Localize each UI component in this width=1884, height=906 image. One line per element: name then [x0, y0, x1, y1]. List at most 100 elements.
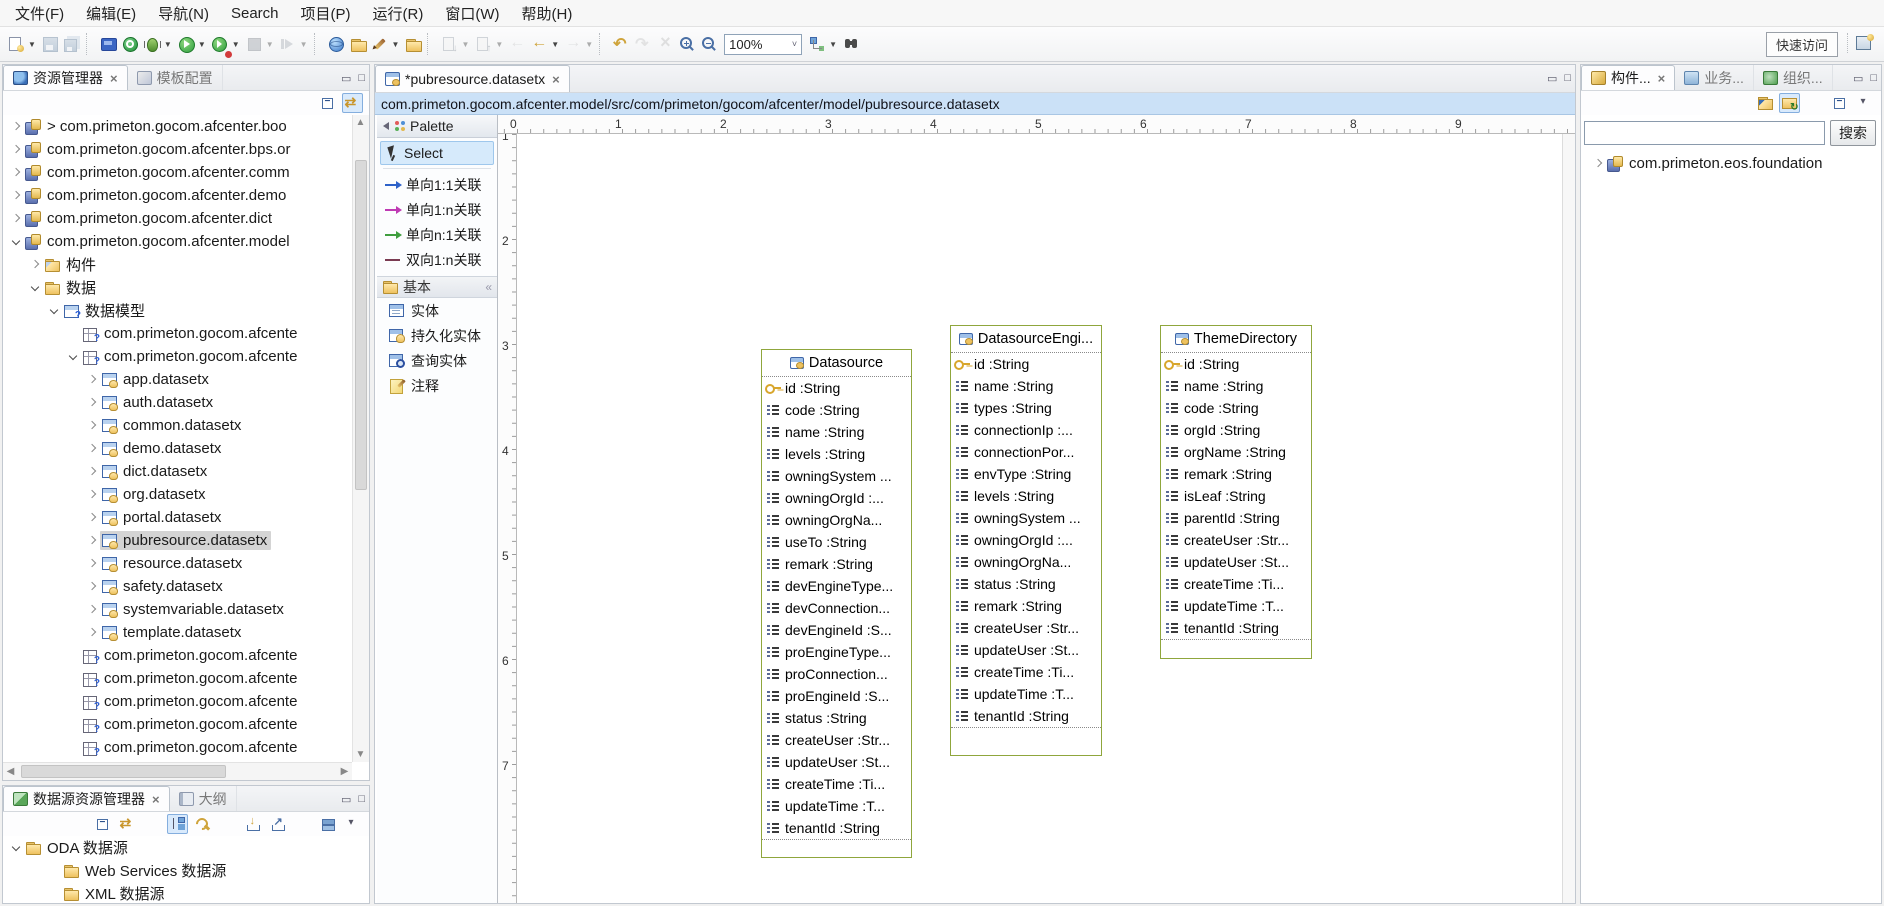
canvas-vertical-scrollbar[interactable]: [1562, 134, 1575, 903]
tree-row[interactable]: com.primeton.gocom.afcente: [3, 345, 352, 368]
entity-field[interactable]: id :String: [1161, 353, 1311, 375]
expand-chevron-icon[interactable]: [9, 189, 23, 203]
menu-item[interactable]: 导航(N): [147, 0, 220, 27]
tree-row[interactable]: common.datasetx: [3, 414, 352, 437]
toolbar-button[interactable]: [369, 33, 391, 55]
entity-field[interactable]: id :String: [762, 377, 911, 399]
view-tab[interactable]: 数据源资源管理器 ×: [3, 786, 170, 811]
entity-field[interactable]: proConnection...: [762, 663, 911, 685]
toolbar-button[interactable]: [698, 33, 720, 55]
palette-tool[interactable]: 实体: [377, 298, 497, 323]
toolbar-button[interactable]: [402, 33, 424, 55]
scroll-right-icon[interactable]: ▶: [337, 764, 352, 779]
entity-box[interactable]: ThemeDirectory id :String name :String: [1160, 325, 1312, 659]
view-tab[interactable]: 大纲: [170, 786, 237, 811]
scrollbar-thumb[interactable]: [355, 160, 367, 490]
minimize-icon[interactable]: ▭: [1547, 72, 1557, 85]
entity-field[interactable]: envType :String: [951, 463, 1101, 485]
toolbar-button[interactable]: [347, 33, 369, 55]
toolbar-button[interactable]: [562, 33, 584, 55]
toolbar-button[interactable]: [39, 33, 61, 55]
expand-chevron-icon[interactable]: [85, 511, 99, 525]
tree-row[interactable]: com.primeton.gocom.afcenter.dict: [3, 207, 352, 230]
menu-item[interactable]: 编辑(E): [75, 0, 147, 27]
view-toolbar-button[interactable]: [1854, 93, 1875, 113]
expand-chevron-icon[interactable]: [85, 626, 99, 640]
tree-row[interactable]: com.primeton.gocom.afcenter.demo: [3, 184, 352, 207]
dropdown-caret-icon[interactable]: ▼: [232, 40, 240, 49]
toolbar-button[interactable]: [61, 33, 83, 55]
view-tab[interactable]: 组织...: [1754, 65, 1833, 90]
entity-field[interactable]: createTime :Ti...: [951, 661, 1101, 683]
quick-access-button[interactable]: 快速访问: [1766, 32, 1838, 57]
dropdown-caret-icon[interactable]: ▼: [392, 40, 400, 49]
expand-chevron-icon[interactable]: [85, 373, 99, 387]
expand-chevron-icon[interactable]: [1591, 157, 1605, 171]
dropdown-caret-icon[interactable]: ▼: [461, 40, 469, 49]
tree-row[interactable]: com.primeton.gocom.afcenter.bps.or: [3, 138, 352, 161]
entity-field[interactable]: proEngineType...: [762, 641, 911, 663]
tree-row[interactable]: portal.datasetx: [3, 506, 352, 529]
entity-field[interactable]: owningSystem ...: [951, 507, 1101, 529]
expand-chevron-icon[interactable]: [85, 419, 99, 433]
entity-field[interactable]: updateUser :St...: [1161, 551, 1311, 573]
horizontal-scrollbar[interactable]: ◀ ▶: [3, 762, 352, 780]
scroll-up-icon[interactable]: ▲: [353, 115, 368, 130]
view-toolbar-button[interactable]: [167, 814, 188, 834]
tree-row[interactable]: com.primeton.gocom.afcente: [3, 713, 352, 736]
view-toolbar-button[interactable]: [117, 814, 138, 834]
entity-box[interactable]: DatasourceEngi... id :String name :Strin…: [950, 325, 1102, 756]
palette-header[interactable]: Palette: [377, 115, 497, 138]
tree-row[interactable]: auth.datasetx: [3, 391, 352, 414]
toolbar-button[interactable]: [277, 33, 299, 55]
maximize-icon[interactable]: □: [358, 793, 365, 805]
palette-relation-tool[interactable]: 单向1:n关联: [377, 197, 497, 222]
tree-row[interactable]: com.primeton.gocom.afcente: [3, 736, 352, 759]
entity-field[interactable]: devConnection...: [762, 597, 911, 619]
toolbar-button[interactable]: [654, 33, 676, 55]
entity-field[interactable]: owningOrgNa...: [762, 509, 911, 531]
maximize-icon[interactable]: □: [1564, 72, 1571, 84]
view-toolbar-button[interactable]: [1804, 93, 1825, 113]
view-toolbar-button[interactable]: [292, 814, 313, 834]
dropdown-caret-icon[interactable]: ▼: [266, 40, 274, 49]
vertical-scrollbar[interactable]: ▲ ▼: [352, 115, 369, 762]
tree-row[interactable]: > com.primeton.gocom.afcenter.boo: [3, 115, 352, 138]
menu-item[interactable]: 文件(F): [4, 0, 75, 27]
menu-item[interactable]: 窗口(W): [434, 0, 510, 27]
dropdown-caret-icon[interactable]: ▼: [495, 40, 503, 49]
menu-item[interactable]: 运行(R): [362, 0, 435, 27]
entity-field[interactable]: status :String: [951, 573, 1101, 595]
tree-row[interactable]: XML 数据源: [3, 882, 369, 903]
toolbar-button[interactable]: [209, 33, 231, 55]
toolbar-button[interactable]: [840, 33, 862, 55]
expand-chevron-icon[interactable]: [47, 304, 61, 318]
dropdown-caret-icon[interactable]: ▼: [300, 40, 308, 49]
entity-field[interactable]: remark :String: [951, 595, 1101, 617]
view-toolbar-button[interactable]: [342, 93, 363, 113]
tree-row[interactable]: com.primeton.gocom.afcenter.comm: [3, 161, 352, 184]
expand-chevron-icon[interactable]: [85, 488, 99, 502]
toolbar-button[interactable]: [632, 33, 654, 55]
expand-chevron-icon[interactable]: [9, 120, 23, 134]
collapse-palette-icon[interactable]: [383, 122, 389, 130]
search-button[interactable]: 搜索: [1830, 120, 1876, 146]
toolbar-button[interactable]: [175, 33, 197, 55]
view-toolbar-button[interactable]: [142, 814, 163, 834]
entity-field[interactable]: tenantId :String: [762, 817, 911, 839]
entity-field[interactable]: owningOrgNa...: [951, 551, 1101, 573]
scrollbar-thumb[interactable]: [21, 765, 226, 778]
palette-group-basic[interactable]: 基本 «: [377, 276, 497, 298]
tree-row[interactable]: Web Services 数据源: [3, 859, 369, 882]
tree-row[interactable]: demo.datasetx: [3, 437, 352, 460]
maximize-icon[interactable]: □: [1870, 72, 1877, 84]
menu-item[interactable]: 帮助(H): [511, 0, 584, 27]
dropdown-caret-icon[interactable]: ▼: [164, 40, 172, 49]
palette-relation-tool[interactable]: 单向n:1关联: [377, 222, 497, 247]
dropdown-caret-icon[interactable]: ▼: [585, 40, 593, 49]
entity-field[interactable]: createUser :Str...: [951, 617, 1101, 639]
view-toolbar-button[interactable]: [267, 814, 288, 834]
entity-field[interactable]: tenantId :String: [1161, 617, 1311, 639]
entity-field[interactable]: createTime :Ti...: [1161, 573, 1311, 595]
palette-relation-tool[interactable]: 双向1:n关联: [377, 247, 497, 272]
